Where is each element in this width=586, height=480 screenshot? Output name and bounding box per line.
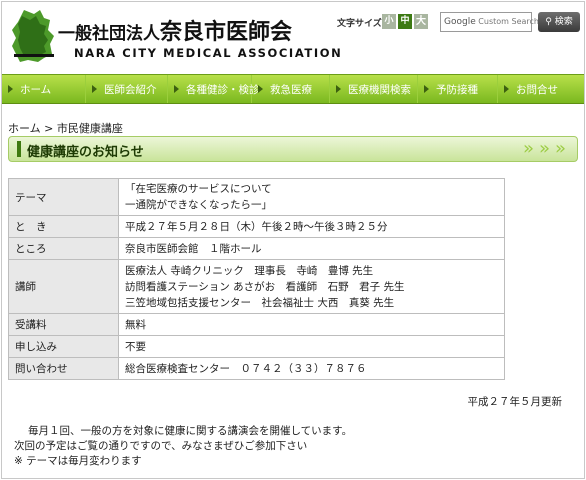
breadcrumb-home-link[interactable]: ホーム xyxy=(8,122,41,135)
nav-item-label: 予防接種 xyxy=(436,83,478,96)
search-placeholder: Custom Search xyxy=(478,17,539,26)
value-line: 総合医療検査センター ０７４２（３３）７８７６ xyxy=(125,362,367,375)
updated-date: 平成２７年５月更新 xyxy=(467,396,563,408)
arrow-right-icon xyxy=(504,85,509,93)
breadcrumb-separator: > xyxy=(44,122,54,135)
row-value: 「在宅医療のサービスについて 一通院ができなくなったら一」 xyxy=(118,178,505,216)
table-row: 講師 医療法人 寺崎クリニック 理事長 寺崎 豊博 先生 訪問看護ステーション … xyxy=(8,259,505,314)
note-line: 毎月１回、一般の方を対象に健康に関する講演会を開催しています。 xyxy=(28,425,353,437)
nav-item-label: 救急医療 xyxy=(270,83,312,96)
row-value: 平成２７年５月２８日（木）午後２時～午後３時２５分 xyxy=(118,215,505,238)
nav-item-vaccination[interactable]: 予防接種 xyxy=(418,75,498,103)
nav-item-clinic-search[interactable]: 医療機関検索 xyxy=(330,75,418,103)
page-heading-bar: 健康講座のお知らせ » » » xyxy=(8,136,578,162)
value-line: 一通院ができなくなったら一」 xyxy=(125,199,272,211)
google-brand-text: Google xyxy=(444,17,476,27)
font-size-small-button[interactable]: 小 xyxy=(382,14,396,29)
nav-item-home[interactable]: ホーム xyxy=(2,75,86,103)
nav-item-label: ホーム xyxy=(20,83,52,96)
chevron-right-icon: » xyxy=(539,138,551,159)
value-line: 医療法人 寺崎クリニック 理事長 寺崎 豊博 先生 xyxy=(125,264,374,277)
chevron-right-icon: » xyxy=(555,138,567,159)
row-label: テーマ xyxy=(8,178,119,216)
value-line: 不要 xyxy=(125,340,146,353)
value-line: 平成２７年５月２８日（木）午後２時～午後３時２５分 xyxy=(125,220,388,233)
nav-item-emergency[interactable]: 救急医療 xyxy=(252,75,330,103)
row-value: 総合医療検査センター ０７４２（３３）７８７６ xyxy=(118,357,505,380)
row-label: ところ xyxy=(8,237,119,260)
nav-item-label: お問合せ xyxy=(516,83,558,96)
search-button[interactable]: ⚲ 検索 xyxy=(538,12,580,32)
org-name-english: NARA CITY MEDICAL ASSOCIATION xyxy=(74,46,343,60)
arrow-right-icon xyxy=(174,85,179,93)
search-button-label: 検索 xyxy=(554,17,573,27)
arrow-right-icon xyxy=(92,85,97,93)
row-label: と き xyxy=(8,215,119,238)
nav-item-label: 医療機関検索 xyxy=(348,83,411,96)
value-line: 奈良市医師会館 １階ホール xyxy=(125,242,262,255)
row-label: 講師 xyxy=(8,259,119,314)
row-value: 無料 xyxy=(118,313,505,336)
nav-item-about[interactable]: 医師会紹介 xyxy=(86,75,168,103)
table-row: と き 平成２７年５月２８日（木）午後２時～午後３時２５分 xyxy=(8,215,505,238)
row-value: 不要 xyxy=(118,335,505,358)
font-size-medium-button[interactable]: 中 xyxy=(398,14,412,29)
value-line: 無料 xyxy=(125,318,146,331)
value-line: 訪問看護ステーション あさがお 看護師 石野 君子 先生 xyxy=(125,280,405,293)
arrow-right-icon xyxy=(336,85,341,93)
font-size-large-button[interactable]: 大 xyxy=(414,14,428,29)
lecture-info-table: テーマ 「在宅医療のサービスについて 一通院ができなくなったら一」 と き 平成… xyxy=(8,178,505,380)
main-nav: ホーム 医師会紹介 各種健診・検診 救急医療 医療機関検索 予防接種 お問合せ xyxy=(2,74,584,104)
arrow-right-icon xyxy=(8,85,13,93)
note-line: 次回の予定はご覧の通りですので、みなさまぜひご参加下さい xyxy=(14,440,308,452)
notes: 毎月１回、一般の方を対象に健康に関する講演会を開催しています。 次回の予定はご覧… xyxy=(14,424,352,469)
arrow-right-icon xyxy=(424,85,429,93)
page-title: 健康講座のお知らせ xyxy=(27,145,144,160)
row-label: 申し込み xyxy=(8,335,119,358)
org-name: 奈良市医師会 xyxy=(160,20,293,45)
nav-item-checkups[interactable]: 各種健診・検診 xyxy=(168,75,260,103)
nav-item-contact[interactable]: お問合せ xyxy=(498,75,584,103)
chevron-right-icon: » xyxy=(523,138,535,159)
search-input[interactable]: Google Custom Search xyxy=(440,12,539,32)
table-row: ところ 奈良市医師会館 １階ホール xyxy=(8,237,505,260)
breadcrumb: ホーム > 市民健康講座 xyxy=(8,120,123,136)
value-line: 「在宅医療のサービスについて xyxy=(125,183,272,195)
value-line: 三笠地域包括支援センター 社会福祉士 大西 真葵 先生 xyxy=(125,296,395,309)
row-value: 医療法人 寺崎クリニック 理事長 寺崎 豊博 先生 訪問看護ステーション あさが… xyxy=(118,259,505,314)
nara-city-logo-icon[interactable] xyxy=(10,8,56,64)
search-icon: ⚲ xyxy=(545,17,552,27)
nav-item-label: 各種健診・検診 xyxy=(186,83,260,96)
arrow-right-icon xyxy=(258,85,263,93)
table-row: 問い合わせ 総合医療検査センター ０７４２（３３）７８７６ xyxy=(8,357,505,380)
heading-accent-bar xyxy=(17,141,21,157)
row-label: 受講料 xyxy=(8,313,119,336)
breadcrumb-current: 市民健康講座 xyxy=(56,122,123,135)
org-prefix: 一般社団法人 xyxy=(58,24,160,44)
font-size-label: 文字サイズ xyxy=(337,19,382,29)
org-title: 一般社団法人奈良市医師会 xyxy=(58,14,292,46)
table-row: 受講料 無料 xyxy=(8,313,505,336)
nav-item-label: 医師会紹介 xyxy=(104,83,157,96)
note-line: ※ テーマは毎月変わります xyxy=(14,455,142,467)
row-value: 奈良市医師会館 １階ホール xyxy=(118,237,505,260)
table-row: テーマ 「在宅医療のサービスについて 一通院ができなくなったら一」 xyxy=(8,178,505,216)
table-row: 申し込み 不要 xyxy=(8,335,505,358)
row-label: 問い合わせ xyxy=(8,357,119,380)
